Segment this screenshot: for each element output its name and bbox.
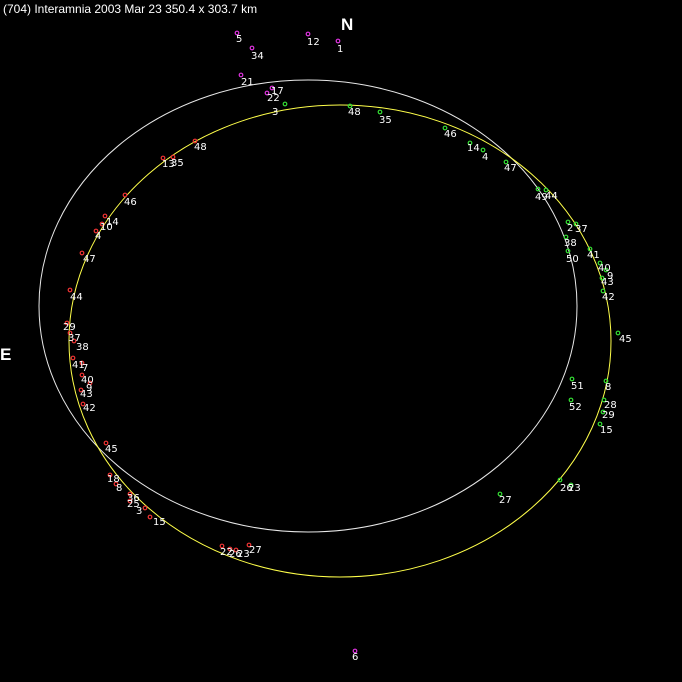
observer-label-46: 46 xyxy=(444,129,457,140)
observer-label-44: 44 xyxy=(545,191,558,202)
observer-label-38: 38 xyxy=(564,238,577,249)
observer-label-48: 48 xyxy=(194,142,207,153)
observer-marker-34 xyxy=(249,45,255,51)
observer-label-47: 47 xyxy=(83,254,96,265)
observer-label-4: 4 xyxy=(482,152,488,163)
observer-label-37: 37 xyxy=(575,224,588,235)
occultation-plot: (704) Interamnia 2003 Mar 23 350.4 x 303… xyxy=(0,2,632,663)
observer-label-51: 51 xyxy=(571,381,584,392)
observer-marker-12 xyxy=(305,31,311,37)
observer-label-7: 7 xyxy=(82,363,88,374)
observer-label-46: 46 xyxy=(124,197,137,208)
observer-label-42: 42 xyxy=(83,403,96,414)
observer-label-8: 8 xyxy=(116,483,122,494)
observer-label-29: 29 xyxy=(602,410,615,421)
observer-label-44: 44 xyxy=(70,292,83,303)
observer-label-1: 1 xyxy=(337,44,343,55)
observer-label-42: 42 xyxy=(602,292,615,303)
observer-label-2: 2 xyxy=(567,223,573,234)
observer-label-22: 22 xyxy=(267,93,280,104)
observer-labels: 53412121172263 4835461444749442 373850 4140… xyxy=(63,34,632,663)
observer-label-43: 43 xyxy=(80,389,93,400)
occultation-diagram: (704) Interamnia 2003 Mar 23 350.4 x 303… xyxy=(0,0,682,682)
observer-label-35: 35 xyxy=(171,158,184,169)
observer-label-52: 52 xyxy=(569,402,582,413)
observer-label-47: 47 xyxy=(504,163,517,174)
observer-label-27: 27 xyxy=(249,545,262,556)
observer-label-3: 3 xyxy=(272,107,278,118)
observer-label-45: 45 xyxy=(619,334,632,345)
north-label: N xyxy=(341,15,353,34)
observer-label-14: 14 xyxy=(467,143,480,154)
east-label: E xyxy=(0,345,11,364)
observer-label-45: 45 xyxy=(105,444,118,455)
observer-label-23: 23 xyxy=(568,483,581,494)
observer-label-48: 48 xyxy=(348,107,361,118)
observer-marker-3 xyxy=(282,101,288,107)
observer-marker-26 xyxy=(557,477,563,483)
observer-label-4: 4 xyxy=(95,231,101,242)
observer-label-50: 50 xyxy=(566,254,579,265)
observer-label-27: 27 xyxy=(499,495,512,506)
observer-label-8: 8 xyxy=(605,382,611,393)
inner-profile-ellipse xyxy=(68,104,612,578)
observer-marker-50 xyxy=(565,248,571,254)
diagram-title: (704) Interamnia 2003 Mar 23 350.4 x 303… xyxy=(3,2,257,16)
observer-label-23: 23 xyxy=(237,549,250,560)
observer-label-15: 15 xyxy=(153,517,166,528)
observer-label-10: 10 xyxy=(100,222,113,233)
observer-marker-35 xyxy=(377,109,383,115)
observer-label-15: 15 xyxy=(600,425,613,436)
observer-label-6: 6 xyxy=(352,652,358,663)
observer-marker-1 xyxy=(335,38,341,44)
observer-marker-3 xyxy=(142,505,148,511)
observer-label-12: 12 xyxy=(307,37,320,48)
observer-label-34: 34 xyxy=(251,51,264,62)
observer-label-21: 21 xyxy=(241,77,254,88)
observer-label-35: 35 xyxy=(379,115,392,126)
observer-label-29: 29 xyxy=(63,322,76,333)
observer-label-3: 3 xyxy=(136,506,142,517)
observer-label-43: 43 xyxy=(601,277,614,288)
observer-label-38: 38 xyxy=(76,342,89,353)
observer-marker-15 xyxy=(147,514,153,520)
observer-label-41: 41 xyxy=(587,250,600,261)
observer-label-5: 5 xyxy=(236,34,242,45)
